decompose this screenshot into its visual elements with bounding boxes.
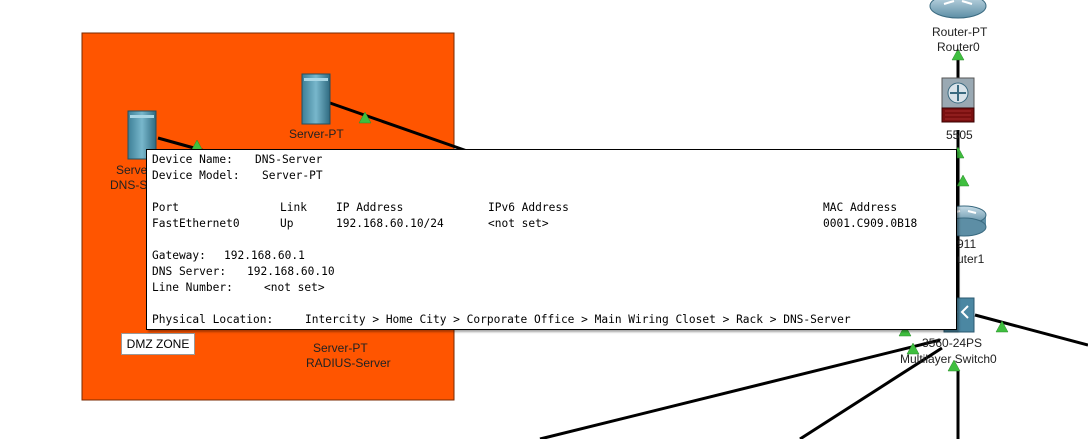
switch0-type-label: 3560-24PS [922,336,983,350]
line-number-value: <not set> [264,281,325,294]
gateway-value: 192.168.60.1 [224,249,305,262]
line-number-label: Line Number: [152,281,233,294]
firewall-icon[interactable] [941,77,975,123]
asa0-type-label: 5505 [946,128,973,142]
port-value: FastEthernet0 [152,217,240,230]
router1-name-label: uter1 [957,252,985,266]
router1-type-label: 911 [957,237,977,251]
device-model-label: Device Model: [152,169,240,182]
router0-type-label: Router-PT [932,25,988,39]
device-model-value: Server-PT [262,169,323,182]
gateway-label: Gateway: [152,249,206,262]
col-ip-header: IP Address [336,201,404,214]
dns-server-label: DNS Server: [152,265,227,278]
router0-name-label: Router0 [937,40,980,54]
router-icon[interactable] [929,0,987,19]
col-ipv6-header: IPv6 Address [488,201,569,214]
radius-server-type-label: Server-PT [313,341,368,355]
link-value: Up [280,217,294,230]
physical-location-label: Physical Location: [152,313,274,326]
switch0-name-label: Multilayer Switch0 [900,352,997,366]
radius-server-name-label: RADIUS-Server [306,356,391,370]
dns-server-name-label: DNS-S [110,178,148,192]
dns-server-type-label: Serve [116,163,148,177]
dmz-zone-label: DMZ ZONE [121,333,195,355]
device-info-tooltip: Device Name: DNS-Server Device Model: Se… [146,149,957,330]
device-name-value: DNS-Server [255,153,323,166]
col-link-header: Link [280,201,307,214]
device-name-label: Device Name: [152,153,233,166]
server-icon[interactable] [301,73,331,125]
ipv6-value: <not set> [488,217,549,230]
col-port-header: Port [152,201,179,214]
col-mac-header: MAC Address [823,201,898,214]
link-switch-right[interactable] [974,313,1088,347]
iscsi-server-type-label: Server-PT [289,127,344,141]
dns-server-value: 192.168.60.10 [247,265,335,278]
physical-location-value: Intercity > Home City > Corporate Office… [305,313,851,326]
ip-value: 192.168.60.10/24 [336,217,444,230]
mac-value: 0001.C909.0B18 [823,217,918,230]
